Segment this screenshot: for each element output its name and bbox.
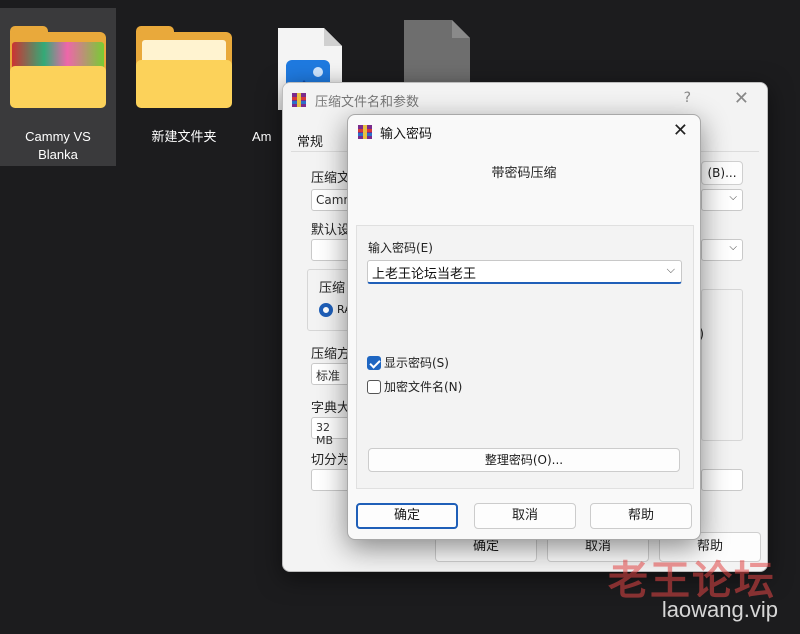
password-value: 上老王论坛当老王	[372, 267, 477, 282]
show-password-checkbox[interactable]	[367, 355, 381, 370]
dialog-title: 输入密码	[380, 127, 433, 142]
ok-button[interactable]: 确定	[356, 503, 458, 529]
archive-name-label: 压缩文	[311, 171, 351, 186]
tab-general[interactable]: 常规	[297, 131, 323, 150]
show-password-checkbox-row[interactable]: 显示密码(S)	[367, 354, 449, 370]
title-bar[interactable]: 压缩文件名和参数 ? ✕	[283, 83, 767, 115]
split-field[interactable]	[311, 469, 351, 491]
format-group-label: 压缩	[319, 281, 346, 296]
close-icon[interactable]: ✕	[734, 88, 749, 109]
options-group	[701, 289, 743, 441]
title-bar[interactable]: 输入密码 ✕	[348, 115, 700, 149]
password-dialog: 输入密码 ✕ 带密码压缩 输入密码(E) 上老王论坛当老王 ⌵ 显示密码(S) …	[347, 114, 701, 540]
encrypt-filenames-checkbox-row[interactable]: 加密文件名(N)	[367, 378, 462, 394]
close-icon[interactable]: ✕	[673, 120, 688, 141]
update-mode-dropdown[interactable]: ⌵	[701, 239, 743, 261]
chevron-down-icon: ⌵	[729, 242, 737, 253]
cancel-button[interactable]: 取消	[474, 503, 576, 529]
help-button[interactable]: 帮助	[590, 503, 692, 529]
show-password-label: 显示密码(S)	[384, 356, 449, 370]
dialog-title: 压缩文件名和参数	[315, 95, 420, 110]
desktop-icon-cammy-folder[interactable]: Cammy VS Blanka	[0, 8, 116, 166]
browse-button[interactable]: (B)...	[701, 161, 743, 185]
desktop-icon-label: Cammy VS Blanka	[25, 129, 91, 162]
rar-radio[interactable]	[319, 303, 333, 317]
profile-field[interactable]	[311, 239, 351, 261]
folder-icon	[10, 26, 106, 108]
method-label: 压缩方	[311, 347, 351, 362]
help-icon[interactable]: ?	[684, 90, 691, 106]
organize-passwords-button[interactable]: 整理密码(O)...	[368, 448, 680, 472]
dialog-subtitle: 带密码压缩	[491, 166, 557, 181]
winrar-icon	[358, 125, 372, 139]
encrypt-filenames-checkbox[interactable]	[367, 379, 381, 394]
split-unit-field[interactable]	[701, 469, 743, 491]
dictionary-label: 字典大	[311, 401, 351, 416]
password-panel: 输入密码(E) 上老王论坛当老王 ⌵ 显示密码(S) 加密文件名(N) 整理密码…	[356, 225, 694, 489]
split-label: 切分为	[311, 453, 351, 468]
password-label: 输入密码(E)	[368, 241, 433, 255]
password-input[interactable]: 上老王论坛当老王 ⌵	[367, 260, 682, 284]
method-dropdown[interactable]: 标准	[311, 363, 351, 385]
desktop-icon-label: 新建文件夹	[151, 129, 217, 144]
watermark-url: laowang.vip	[661, 597, 778, 622]
archive-name-dropdown[interactable]: ⌵	[701, 189, 743, 211]
winrar-icon	[292, 93, 306, 107]
chevron-down-icon: ⌵	[729, 192, 737, 203]
encrypt-filenames-label: 加密文件名(N)	[384, 380, 463, 394]
desktop-icon-new-folder[interactable]: 新建文件夹	[126, 8, 242, 166]
chevron-down-icon[interactable]: ⌵	[667, 263, 675, 277]
folder-icon	[136, 26, 232, 108]
default-profile-label: 默认设	[311, 223, 351, 238]
dictionary-dropdown[interactable]: 32 MB	[311, 417, 351, 447]
